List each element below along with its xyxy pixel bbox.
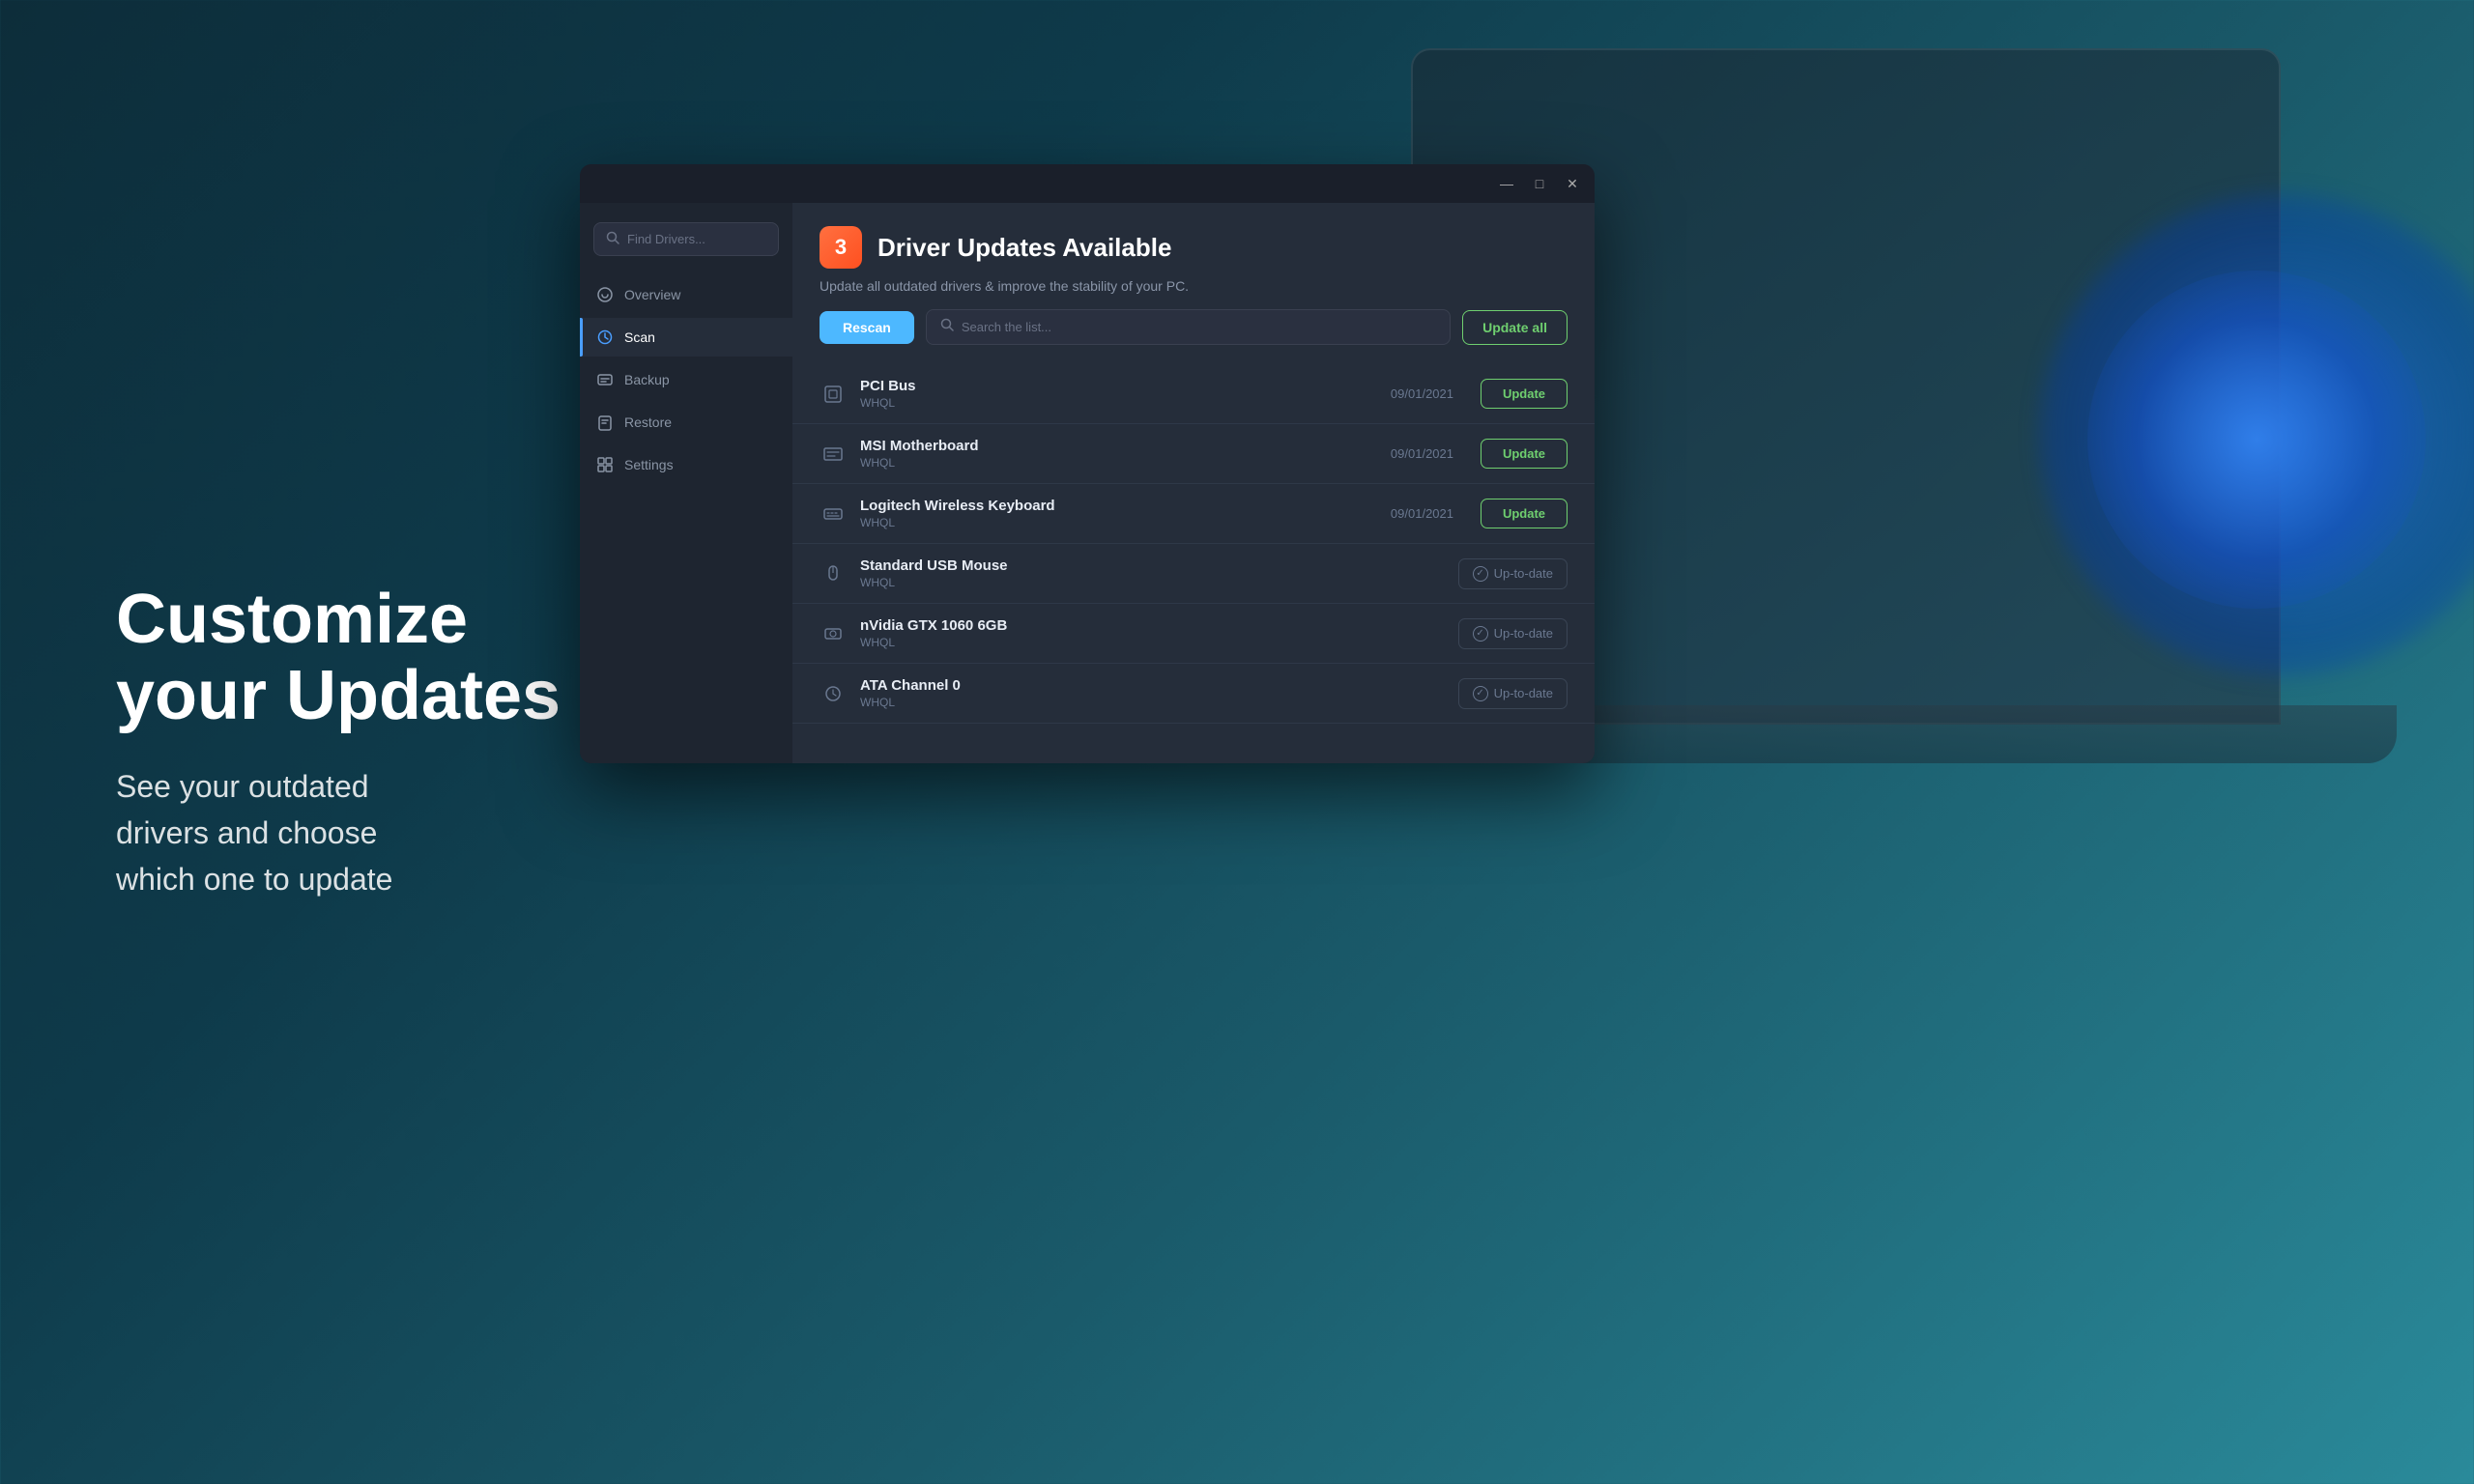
close-button[interactable]: ✕ [1566, 177, 1579, 190]
msi-motherboard-icon [820, 441, 847, 468]
minimize-button[interactable]: — [1500, 177, 1513, 190]
maximize-button[interactable]: □ [1533, 177, 1546, 190]
sidebar-item-label-backup: Backup [624, 372, 670, 387]
main-panel: 3 Driver Updates Available Update all ou… [792, 203, 1595, 763]
check-circle-icon: ✓ [1473, 566, 1488, 582]
header-subtitle: Update all outdated drivers & improve th… [820, 278, 1568, 294]
sidebar: Find Drivers... Overview [580, 203, 792, 763]
sidebar-item-overview[interactable]: Overview [580, 275, 792, 314]
sidebar-item-label-overview: Overview [624, 287, 680, 302]
nvidia-gpu-cert: WHQL [860, 636, 1418, 649]
driver-list: PCI Bus WHQL 09/01/2021 Update [792, 364, 1595, 763]
driver-item-nvidia-gpu: nVidia GTX 1060 6GB WHQL ✓ Up-to-date [792, 604, 1595, 664]
pci-bus-cert: WHQL [860, 396, 1377, 410]
backup-icon [595, 370, 615, 389]
logitech-keyboard-icon [820, 500, 847, 528]
check-circle-icon-3: ✓ [1473, 686, 1488, 701]
content-area: Find Drivers... Overview [580, 203, 1595, 763]
rescan-button[interactable]: Rescan [820, 311, 914, 344]
usb-mouse-info: Standard USB Mouse WHQL [860, 557, 1418, 589]
usb-mouse-uptodate-button[interactable]: ✓ Up-to-date [1458, 558, 1568, 589]
driver-item-ata-channel: ATA Channel 0 WHQL ✓ Up-to-date [792, 664, 1595, 724]
search-box[interactable]: Find Drivers... [593, 222, 779, 256]
logitech-keyboard-cert: WHQL [860, 516, 1377, 529]
nvidia-gpu-uptodate-button[interactable]: ✓ Up-to-date [1458, 618, 1568, 649]
overview-icon [595, 285, 615, 304]
search-icon [606, 231, 619, 247]
driver-item-msi-motherboard: MSI Motherboard WHQL 09/01/2021 Update [792, 424, 1595, 484]
ata-channel-status-label: Up-to-date [1494, 686, 1553, 700]
header-title: Driver Updates Available [877, 233, 1171, 263]
ata-channel-icon [820, 680, 847, 707]
sidebar-item-settings[interactable]: Settings [580, 445, 792, 484]
msi-motherboard-cert: WHQL [860, 456, 1377, 470]
sidebar-item-label-scan: Scan [624, 329, 655, 345]
pci-bus-date: 09/01/2021 [1391, 386, 1453, 401]
logitech-keyboard-name: Logitech Wireless Keyboard [860, 498, 1377, 514]
win11-circle-inner [2087, 271, 2426, 609]
sub-title: See your outdated drivers and choose whi… [116, 763, 561, 902]
msi-motherboard-date: 09/01/2021 [1391, 446, 1453, 461]
nvidia-gpu-status-label: Up-to-date [1494, 626, 1553, 641]
panel-header: 3 Driver Updates Available Update all ou… [792, 203, 1595, 364]
badge-number: 3 [820, 226, 862, 269]
pci-bus-info: PCI Bus WHQL [860, 378, 1377, 410]
nvidia-gpu-icon [820, 620, 847, 647]
pci-bus-update-button[interactable]: Update [1481, 379, 1568, 409]
sidebar-item-restore[interactable]: Restore [580, 403, 792, 442]
search-list-icon [940, 318, 954, 336]
msi-motherboard-info: MSI Motherboard WHQL [860, 438, 1377, 470]
usb-mouse-name: Standard USB Mouse [860, 557, 1418, 574]
header-actions: Rescan Search the list... Update all [820, 309, 1568, 345]
msi-motherboard-update-button[interactable]: Update [1481, 439, 1568, 469]
usb-mouse-cert: WHQL [860, 576, 1418, 589]
usb-mouse-icon [820, 560, 847, 587]
driver-item-usb-mouse: Standard USB Mouse WHQL ✓ Up-to-date [792, 544, 1595, 604]
ata-channel-name: ATA Channel 0 [860, 677, 1418, 694]
search-list-placeholder: Search the list... [962, 320, 1051, 334]
search-placeholder: Find Drivers... [627, 232, 705, 246]
driver-item-logitech-keyboard: Logitech Wireless Keyboard WHQL 09/01/20… [792, 484, 1595, 544]
nvidia-gpu-info: nVidia GTX 1060 6GB WHQL [860, 617, 1418, 649]
check-circle-icon-2: ✓ [1473, 626, 1488, 642]
sidebar-item-label-settings: Settings [624, 457, 674, 472]
title-bar: — □ ✕ [580, 164, 1595, 203]
driver-item-pci-bus: PCI Bus WHQL 09/01/2021 Update [792, 364, 1595, 424]
msi-motherboard-name: MSI Motherboard [860, 438, 1377, 454]
app-window: — □ ✕ Find Drivers... [580, 164, 1595, 763]
search-list-box[interactable]: Search the list... [926, 309, 1451, 345]
pci-bus-icon [820, 381, 847, 408]
sidebar-item-backup[interactable]: Backup [580, 360, 792, 399]
logitech-keyboard-date: 09/01/2021 [1391, 506, 1453, 521]
nvidia-gpu-name: nVidia GTX 1060 6GB [860, 617, 1418, 634]
usb-mouse-status-label: Up-to-date [1494, 566, 1553, 581]
sidebar-item-label-restore: Restore [624, 414, 672, 430]
ata-channel-cert: WHQL [860, 696, 1418, 709]
logitech-keyboard-info: Logitech Wireless Keyboard WHQL [860, 498, 1377, 529]
main-title: Customize your Updates [116, 582, 561, 734]
sidebar-item-scan[interactable]: Scan [580, 318, 792, 357]
pci-bus-name: PCI Bus [860, 378, 1377, 394]
settings-icon [595, 455, 615, 474]
update-all-button[interactable]: Update all [1462, 310, 1568, 345]
header-top: 3 Driver Updates Available [820, 226, 1568, 269]
ata-channel-uptodate-button[interactable]: ✓ Up-to-date [1458, 678, 1568, 709]
restore-icon [595, 413, 615, 432]
scan-icon [595, 328, 615, 347]
ata-channel-info: ATA Channel 0 WHQL [860, 677, 1418, 709]
logitech-keyboard-update-button[interactable]: Update [1481, 499, 1568, 528]
left-section: Customize your Updates See your outdated… [116, 582, 561, 902]
